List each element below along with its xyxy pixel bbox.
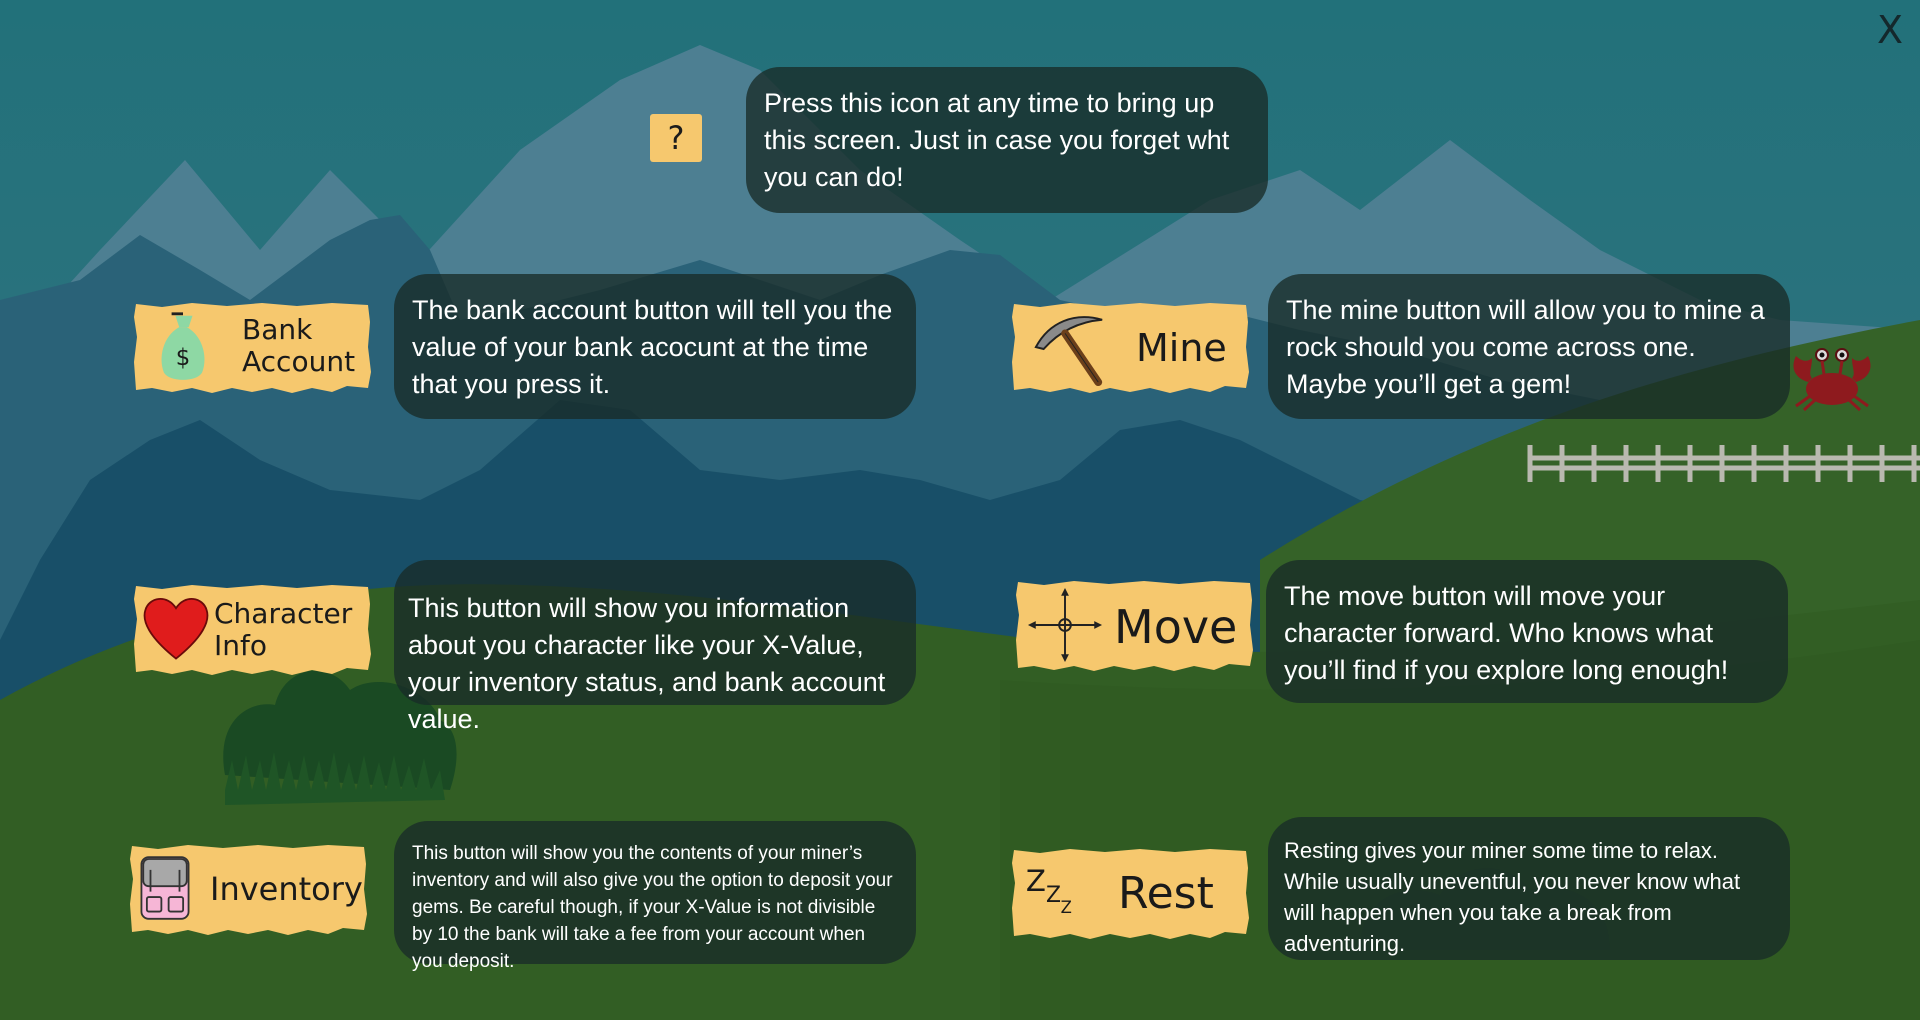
zzz-letter-2: Z <box>1046 883 1061 908</box>
bank-label-line2: Account <box>242 345 356 378</box>
character-info-button[interactable]: Character Info <box>132 584 372 676</box>
inventory-button[interactable]: Inventory <box>128 844 368 936</box>
mine-description: The mine button will allow you to mine a… <box>1268 274 1790 419</box>
bank-account-button[interactable]: $ Bank Account <box>132 302 372 394</box>
move-button[interactable]: Move <box>1014 580 1254 672</box>
backpack-icon <box>140 856 190 920</box>
heart-icon <box>143 598 209 660</box>
mine-button[interactable]: Mine <box>1010 302 1250 394</box>
bank-label-line1: Bank <box>242 313 313 346</box>
sleep-zzz-icon: Z Z Z <box>1026 864 1072 917</box>
rest-label: Rest <box>1118 868 1214 919</box>
character-label-line2: Info <box>214 629 267 662</box>
inventory-label: Inventory <box>210 870 363 908</box>
move-arrows-icon <box>1027 587 1103 663</box>
help-description: Press this icon at any time to bring up … <box>746 67 1268 213</box>
move-description: The move button will move your character… <box>1266 560 1788 703</box>
character-description: This button will show you information ab… <box>394 560 916 734</box>
zzz-letter-3: Z <box>1061 898 1072 917</box>
rest-description: Resting gives your miner some time to re… <box>1268 817 1790 960</box>
help-icon-label: ? <box>667 119 685 157</box>
rest-button[interactable]: Z Z Z Rest <box>1010 848 1250 940</box>
bank-icon-label: $ <box>176 345 191 371</box>
character-label-line1: Character <box>214 597 353 630</box>
close-button[interactable]: X <box>1870 6 1910 54</box>
mine-label: Mine <box>1136 326 1227 370</box>
inventory-description: This button will show you the contents o… <box>394 821 916 972</box>
zzz-letter-1: Z <box>1026 864 1046 898</box>
bank-description: The bank account button will tell you th… <box>394 274 916 419</box>
move-label: Move <box>1114 600 1238 654</box>
help-question-icon[interactable]: ? <box>650 114 702 162</box>
money-bag-icon: $ <box>161 312 205 380</box>
pickaxe-icon <box>1034 316 1103 387</box>
